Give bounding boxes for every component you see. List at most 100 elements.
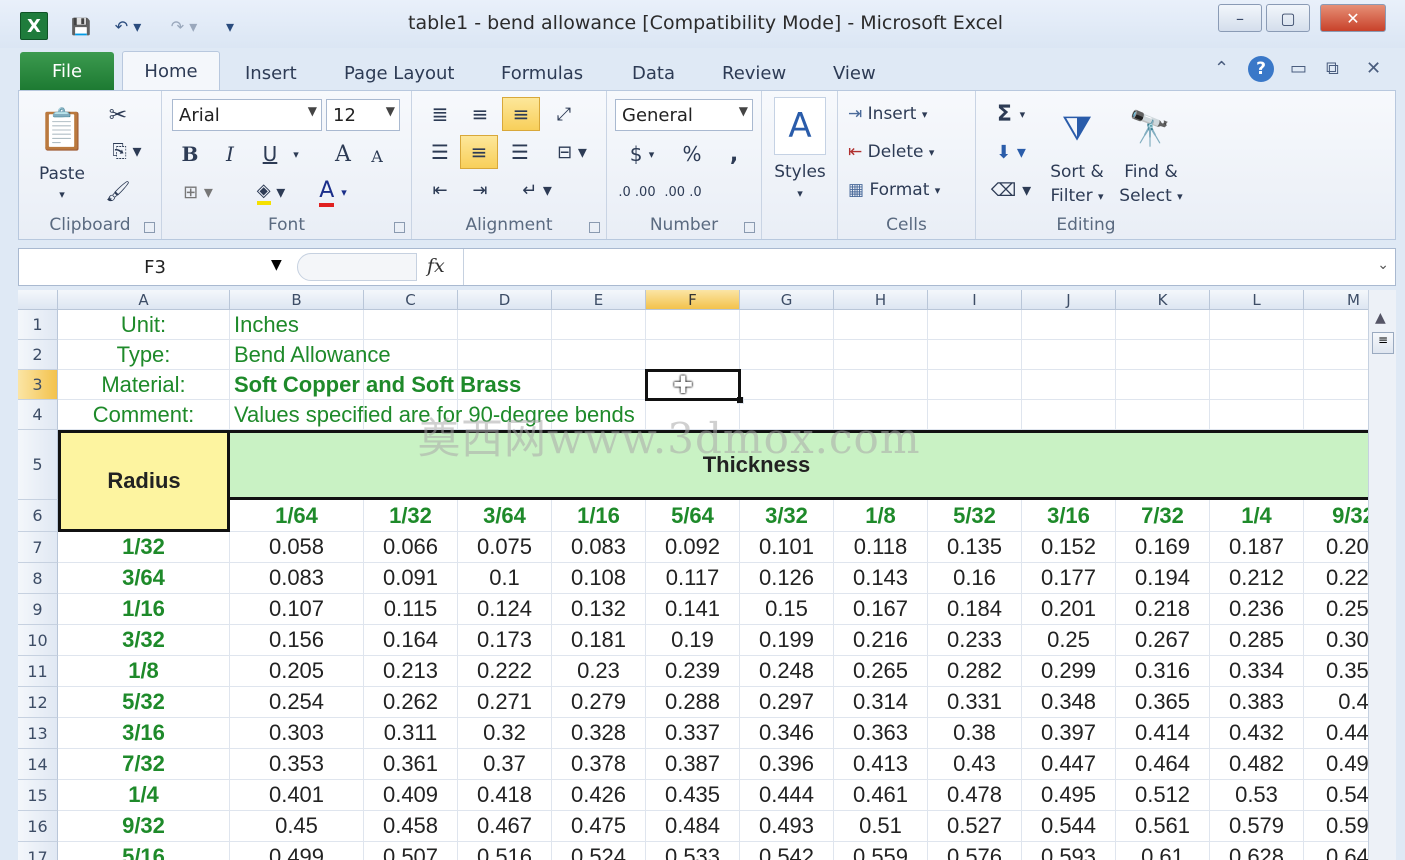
row-header-9[interactable]: 9: [18, 594, 58, 625]
data-cell[interactable]: 0.169: [1116, 532, 1210, 563]
cell[interactable]: [1022, 400, 1116, 430]
data-cell[interactable]: 0.216: [834, 625, 928, 656]
data-cell[interactable]: 0.205: [230, 656, 364, 687]
data-cell[interactable]: 0.282: [928, 656, 1022, 687]
number-format-combo[interactable]: General ▼: [615, 99, 753, 131]
data-cell[interactable]: 0.233: [928, 625, 1022, 656]
row-header-8[interactable]: 8: [18, 563, 58, 594]
increase-indent-icon[interactable]: ⇥: [462, 175, 498, 205]
data-cell[interactable]: 0.285: [1210, 625, 1304, 656]
data-cell[interactable]: 0.253: [1304, 594, 1368, 625]
currency-button[interactable]: $ ▾: [617, 139, 667, 169]
data-cell[interactable]: 0.527: [928, 811, 1022, 842]
data-cell[interactable]: 0.236: [1210, 594, 1304, 625]
data-cell[interactable]: 0.467: [458, 811, 552, 842]
align-bottom-icon[interactable]: ≡: [502, 97, 540, 131]
data-cell[interactable]: 0.596: [1304, 811, 1368, 842]
data-cell[interactable]: 0.475: [552, 811, 646, 842]
data-cell[interactable]: 0.15: [740, 594, 834, 625]
tab-file[interactable]: File: [20, 52, 114, 90]
underline-dropdown-icon[interactable]: ▾: [288, 139, 304, 169]
expand-formula-bar-icon[interactable]: ⌄: [1377, 257, 1389, 273]
data-cell[interactable]: 0.484: [646, 811, 740, 842]
name-box-dropdown-icon[interactable]: ▼: [271, 257, 282, 273]
data-cell[interactable]: 0.199: [740, 625, 834, 656]
maximize-button[interactable]: ▢: [1266, 4, 1310, 32]
data-cell[interactable]: 0.248: [740, 656, 834, 687]
data-cell[interactable]: 0.533: [646, 842, 740, 860]
insert-cells-button[interactable]: ⇥ Insert ▾: [848, 99, 968, 129]
increase-decimal-button[interactable]: .0 .00: [617, 177, 657, 207]
data-cell[interactable]: 0.167: [834, 594, 928, 625]
data-cell[interactable]: 0.124: [458, 594, 552, 625]
align-center-icon[interactable]: ≡: [460, 135, 498, 169]
data-cell[interactable]: 0.213: [364, 656, 458, 687]
data-cell[interactable]: 0.075: [458, 532, 552, 563]
select-all-corner[interactable]: [18, 290, 58, 310]
data-cell[interactable]: 0.396: [740, 749, 834, 780]
data-cell[interactable]: 0.222: [458, 656, 552, 687]
data-cell[interactable]: 0.378: [552, 749, 646, 780]
data-cell[interactable]: 0.271: [458, 687, 552, 718]
format-painter-icon[interactable]: 🖌: [103, 177, 133, 205]
data-cell[interactable]: 0.173: [458, 625, 552, 656]
minimize-button[interactable]: –: [1218, 4, 1262, 32]
data-cell[interactable]: 0.544: [1022, 811, 1116, 842]
data-cell[interactable]: 0.495: [1022, 780, 1116, 811]
paste-button[interactable]: Paste: [31, 163, 93, 185]
clipboard-launcher-icon[interactable]: [144, 222, 155, 233]
data-cell[interactable]: 0.184: [928, 594, 1022, 625]
column-header-h[interactable]: H: [834, 290, 928, 310]
data-cell[interactable]: 0.141: [646, 594, 740, 625]
cell[interactable]: [1116, 400, 1210, 430]
data-cell[interactable]: 0.19: [646, 625, 740, 656]
data-cell[interactable]: 0.414: [1116, 718, 1210, 749]
decrease-decimal-button[interactable]: .00 .0: [663, 177, 703, 207]
find-select-button-line2[interactable]: Select ▾: [1114, 185, 1188, 207]
column-header-a[interactable]: A: [58, 290, 230, 310]
undo-icon[interactable]: ↶ ▾: [104, 12, 152, 40]
cell[interactable]: [1210, 400, 1304, 430]
cell[interactable]: [1210, 310, 1304, 340]
data-cell[interactable]: 0.107: [230, 594, 364, 625]
column-header-g[interactable]: G: [740, 290, 834, 310]
scroll-thumb[interactable]: ≡: [1372, 332, 1394, 354]
data-cell[interactable]: 0.066: [364, 532, 458, 563]
data-cell[interactable]: 0.135: [928, 532, 1022, 563]
cell[interactable]: [1304, 370, 1368, 400]
cell[interactable]: [1304, 310, 1368, 340]
data-cell[interactable]: 0.108: [552, 563, 646, 594]
cell[interactable]: [928, 370, 1022, 400]
data-cell[interactable]: 0.43: [928, 749, 1022, 780]
cell[interactable]: [1116, 340, 1210, 370]
cell[interactable]: [1210, 340, 1304, 370]
cell[interactable]: [1210, 370, 1304, 400]
data-cell[interactable]: 0.426: [552, 780, 646, 811]
column-header-j[interactable]: J: [1022, 290, 1116, 310]
data-cell[interactable]: 0.499: [230, 842, 364, 860]
cell[interactable]: [1304, 340, 1368, 370]
data-cell[interactable]: 0.229: [1304, 563, 1368, 594]
data-cell[interactable]: 0.132: [552, 594, 646, 625]
data-cell[interactable]: 0.458: [364, 811, 458, 842]
column-header-c[interactable]: C: [364, 290, 458, 310]
cell[interactable]: [1022, 340, 1116, 370]
cell[interactable]: [1022, 310, 1116, 340]
data-cell[interactable]: 0.314: [834, 687, 928, 718]
format-cells-button[interactable]: ▦ Format ▾: [848, 175, 968, 205]
data-cell[interactable]: 0.353: [230, 749, 364, 780]
data-cell[interactable]: 0.365: [1116, 687, 1210, 718]
cell[interactable]: [928, 400, 1022, 430]
data-cell[interactable]: 0.177: [1022, 563, 1116, 594]
row-header-7[interactable]: 7: [18, 532, 58, 563]
data-cell[interactable]: 0.1: [458, 563, 552, 594]
data-cell[interactable]: 0.351: [1304, 656, 1368, 687]
bold-button[interactable]: B: [174, 139, 206, 169]
help-icon[interactable]: ?: [1248, 56, 1274, 82]
tab-home[interactable]: Home: [122, 51, 220, 91]
cell[interactable]: [834, 400, 928, 430]
workbook-close-icon[interactable]: ✕: [1366, 58, 1381, 79]
comma-button[interactable]: ,: [719, 139, 749, 169]
align-top-icon[interactable]: ≣: [422, 99, 458, 129]
data-cell[interactable]: 0.164: [364, 625, 458, 656]
